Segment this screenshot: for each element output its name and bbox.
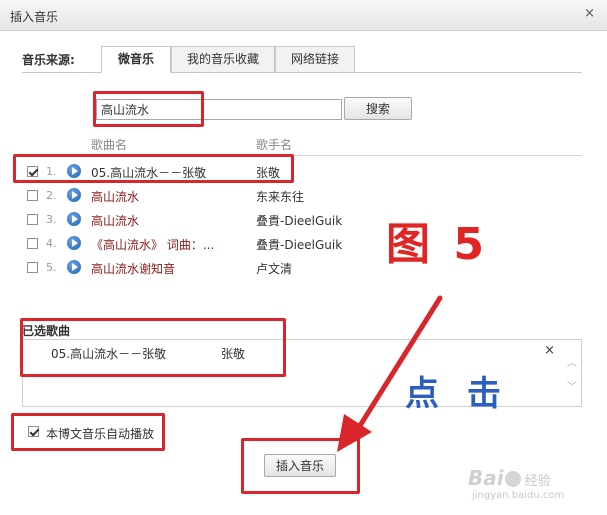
selected-song-title: 05.高山流水－－张敬 xyxy=(51,347,167,361)
remove-icon[interactable]: × xyxy=(544,343,555,358)
autoplay-label: 本博文音乐自动播放 xyxy=(46,427,155,441)
row-checkbox[interactable] xyxy=(27,166,38,177)
row-index: 5. xyxy=(46,261,57,274)
search-input[interactable] xyxy=(96,99,342,120)
row-index: 1. xyxy=(46,165,57,178)
play-icon[interactable] xyxy=(67,212,81,226)
click-label: 点 击 xyxy=(405,374,509,414)
song-row[interactable]: 3. 高山流水 叠貴-DieelGuik xyxy=(22,208,582,232)
scroll-down-icon[interactable]: ﹀ xyxy=(567,378,577,393)
search-button[interactable]: 搜索 xyxy=(344,97,412,120)
watermark-brand: Bai xyxy=(468,466,504,490)
play-icon[interactable] xyxy=(67,188,81,202)
column-header-singer: 歌手名 xyxy=(256,138,293,152)
row-checkbox[interactable] xyxy=(27,214,38,225)
figure-label: 图 5 xyxy=(386,219,488,270)
watermark-url: jingyan.baidu.com xyxy=(472,490,565,501)
song-row[interactable]: 4. 《高山流水》 词曲：... 叠貴-DieelGuik xyxy=(22,232,582,256)
play-icon[interactable] xyxy=(67,260,81,274)
close-icon[interactable]: × xyxy=(584,6,595,21)
tab-weiyinyue[interactable]: 微音乐 xyxy=(101,46,171,73)
song-title[interactable]: 05.高山流水－－张敬 xyxy=(91,164,251,181)
baidu-watermark: Bai 经验 jingyan.baidu.com xyxy=(468,466,564,501)
singer-name: 东来东往 xyxy=(256,190,305,204)
play-icon[interactable] xyxy=(67,236,81,250)
row-checkbox[interactable] xyxy=(27,262,38,273)
selected-song-singer: 张敬 xyxy=(221,347,246,361)
singer-name: 卢文清 xyxy=(256,262,293,276)
song-title[interactable]: 高山流水 xyxy=(91,212,251,229)
play-icon[interactable] xyxy=(67,164,81,178)
row-index: 2. xyxy=(46,189,57,202)
song-row[interactable]: 1. 05.高山流水－－张敬 张敬 xyxy=(22,160,582,184)
row-checkbox[interactable] xyxy=(27,238,38,249)
list-divider xyxy=(22,155,582,156)
watermark-jingyan: 经验 xyxy=(524,474,551,489)
tab-my-music-collection[interactable]: 我的音乐收藏 xyxy=(171,46,275,73)
music-source-label: 音乐来源: xyxy=(22,53,75,67)
column-header-song: 歌曲名 xyxy=(91,138,128,152)
singer-name: 叠貴-DieelGuik xyxy=(256,214,343,228)
baidu-paw-icon xyxy=(504,471,521,487)
song-title[interactable]: 高山流水 xyxy=(91,188,251,205)
dialog-title: 插入音乐 xyxy=(10,10,59,24)
row-index: 3. xyxy=(46,213,57,226)
song-row[interactable]: 2. 高山流水 东来东往 xyxy=(22,184,582,208)
insert-music-button[interactable]: 插入音乐 xyxy=(264,454,336,477)
tab-web-link[interactable]: 网络链接 xyxy=(275,46,355,73)
autoplay-checkbox[interactable] xyxy=(28,426,39,437)
row-index: 4. xyxy=(46,237,57,250)
selected-songs-title: 已选歌曲 xyxy=(22,324,71,338)
song-title[interactable]: 高山流水谢知音 xyxy=(91,260,251,277)
song-title[interactable]: 《高山流水》 词曲：... xyxy=(91,236,251,253)
singer-name: 张敬 xyxy=(256,166,281,180)
scroll-up-icon[interactable]: ︿ xyxy=(567,354,577,369)
dialog-titlebar: 插入音乐 × xyxy=(0,0,607,31)
row-checkbox[interactable] xyxy=(27,190,38,201)
singer-name: 叠貴-DieelGuik xyxy=(256,238,343,252)
song-row[interactable]: 5. 高山流水谢知音 卢文清 xyxy=(22,256,582,280)
